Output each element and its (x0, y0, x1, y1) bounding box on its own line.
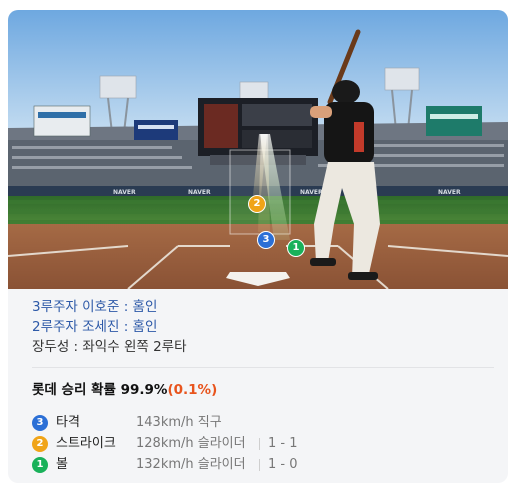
pitch-count: 1 - 0 (268, 457, 298, 472)
pitch-marker-1: 1 (287, 239, 305, 257)
ad-board-text-3: NAVER (300, 189, 323, 196)
stadium-illustration: NAVER NAVER NAVER NAVER (8, 10, 508, 289)
pitch-number-badge: 2 (32, 436, 48, 452)
billboard-left (33, 105, 91, 137)
ad-board-text-1: NAVER (113, 189, 136, 196)
pitch-scene: NAVER NAVER NAVER NAVER 3 2 1 (8, 10, 508, 289)
pitch-detail: 128km/h 슬라이더 (136, 436, 246, 451)
play-card: NAVER NAVER NAVER NAVER 3 2 1 3루주자 이호준:… (8, 10, 508, 483)
pitch-marker-2: 2 (248, 195, 266, 213)
play-line-batter: 장두성 : 좌익수 왼쪽 2루타 (32, 339, 187, 355)
pitch-result: 볼 (56, 457, 68, 472)
pitch-count-separator (259, 459, 260, 471)
pitch-result: 타격 (56, 415, 80, 430)
billboard-mid-left (134, 120, 178, 140)
win-probability-value: 99.9% (120, 382, 168, 398)
billboard-right (426, 106, 482, 136)
win-probability-label: 롯데 승리 확률 (32, 382, 116, 398)
pitch-number-badge: 3 (32, 415, 48, 431)
pitch-detail: 132km/h 슬라이더 (136, 457, 246, 472)
pitch-result: 스트라이크 (56, 436, 116, 451)
win-probability: 롯데 승리 확률 99.9%(0.1%) (32, 378, 217, 398)
play-line-runner-3b: 3루주자 이호준 : 홈인 (32, 299, 158, 315)
pitch-number-badge: 1 (32, 457, 48, 473)
pitch-detail: 143km/h 직구 (136, 415, 222, 430)
play-info: 3루주자 이호준 : 홈인 2루주자 조세진 : 홈인 장두성 : 좌익수 왼쪽… (8, 289, 508, 483)
divider (32, 367, 494, 368)
play-line-runner-2b: 2루주자 조세진 : 홈인 (32, 319, 158, 335)
pitch-count: 1 - 1 (268, 436, 298, 451)
pitch-marker-3: 3 (257, 231, 275, 249)
win-probability-change: (0.1%) (167, 382, 218, 398)
ad-board-text-4: NAVER (438, 189, 461, 196)
ad-board-text-2: NAVER (188, 189, 211, 196)
pitch-count-separator (259, 438, 260, 450)
